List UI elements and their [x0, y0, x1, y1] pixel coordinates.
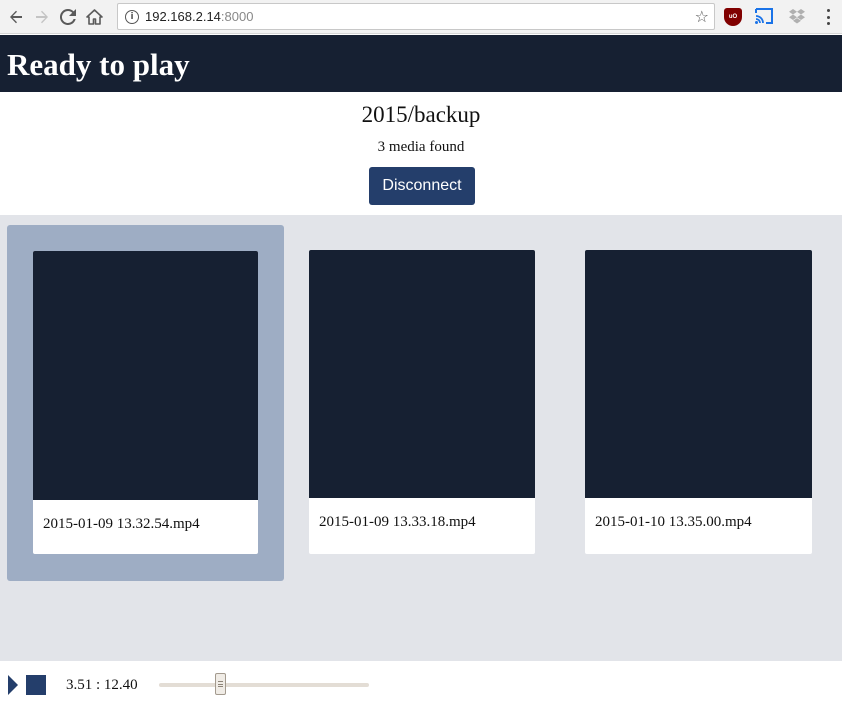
address-bar[interactable]: i 192.168.2.14:8000 ☆: [117, 3, 715, 30]
more-vert-icon[interactable]: [826, 9, 830, 25]
cast-icon[interactable]: [755, 8, 773, 26]
ublock-icon[interactable]: uO: [724, 8, 742, 26]
media-card[interactable]: 2015-01-10 13.35.00.mp4: [585, 250, 812, 554]
time-display: 3.51 : 12.40: [66, 677, 138, 693]
video-thumbnail[interactable]: [309, 250, 535, 498]
page-title: Ready to play: [7, 46, 190, 82]
browser-toolbar: i 192.168.2.14:8000 ☆ uO: [0, 0, 842, 34]
disconnect-button[interactable]: Disconnect: [369, 167, 475, 205]
media-card[interactable]: 2015-01-09 13.33.18.mp4: [309, 250, 535, 554]
seek-slider-handle[interactable]: [215, 673, 226, 695]
play-icon[interactable]: [8, 675, 18, 695]
reload-icon[interactable]: [55, 4, 81, 30]
home-icon[interactable]: [81, 4, 107, 30]
media-count: 3 media found: [377, 139, 465, 155]
video-thumbnail[interactable]: [585, 250, 812, 498]
media-filename: 2015-01-10 13.35.00.mp4: [595, 514, 752, 530]
player-bar: 3.51 : 12.40: [0, 661, 842, 710]
star-icon[interactable]: ☆: [695, 7, 709, 26]
seek-slider[interactable]: [159, 683, 369, 687]
url-port: :8000: [220, 9, 254, 24]
folder-name: 2015/backup: [361, 102, 481, 127]
video-thumbnail[interactable]: [33, 251, 258, 500]
app-header: Ready to play: [0, 35, 842, 92]
ublock-label: uO: [728, 14, 738, 20]
stop-icon[interactable]: [26, 675, 46, 695]
arrow-left-icon[interactable]: [3, 4, 29, 30]
media-grid: 2015-01-09 13.32.54.mp4 2015-01-09 13.33…: [0, 215, 842, 661]
media-filename: 2015-01-09 13.32.54.mp4: [43, 516, 200, 532]
media-filename: 2015-01-09 13.33.18.mp4: [319, 514, 476, 530]
dropbox-icon[interactable]: [788, 7, 806, 25]
info-icon[interactable]: i: [125, 9, 139, 24]
url-host: 192.168.2.14: [145, 9, 221, 24]
arrow-right-icon[interactable]: [29, 4, 55, 30]
folder-info: 2015/backup 3 media found Disconnect: [0, 92, 842, 215]
media-card[interactable]: 2015-01-09 13.32.54.mp4: [33, 251, 258, 554]
